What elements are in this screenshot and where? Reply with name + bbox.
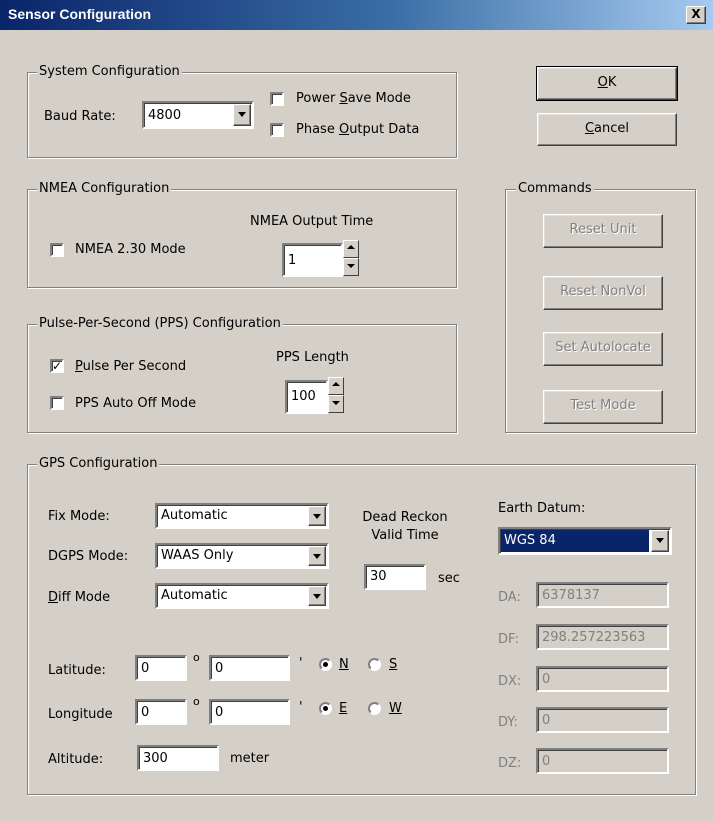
- east-label: E: [339, 701, 348, 716]
- power-save-checkbox[interactable]: [270, 92, 284, 106]
- system-config-legend: System Configuration: [37, 64, 182, 80]
- diff-mode-select[interactable]: Automatic: [155, 583, 329, 609]
- pps-label: Pulse Per Second: [75, 359, 187, 374]
- latitude-degree-symbol: o: [193, 651, 200, 664]
- nmea-config-group: [27, 189, 457, 288]
- dz-field: 0: [536, 748, 669, 774]
- dy-field: 0: [536, 707, 669, 733]
- nmea-spin-up-icon[interactable]: [343, 240, 359, 258]
- close-button[interactable]: X: [686, 6, 706, 24]
- pps-spin-up-icon[interactable]: [328, 377, 344, 395]
- commands-legend: Commands: [516, 181, 594, 197]
- latitude-minute-symbol: ': [299, 656, 303, 671]
- chevron-down-icon[interactable]: [308, 506, 326, 526]
- phase-output-label: Phase Output Data: [296, 122, 420, 137]
- altitude-label: Altitude:: [48, 752, 104, 767]
- cancel-button[interactable]: Cancel: [537, 113, 677, 146]
- dy-label: DY:: [498, 715, 518, 730]
- latitude-degrees-field[interactable]: 0: [135, 655, 187, 681]
- fix-mode-label: Fix Mode:: [48, 509, 110, 524]
- chevron-down-icon[interactable]: [233, 104, 251, 126]
- da-field: 6378137: [536, 582, 669, 608]
- df-label: DF:: [498, 632, 519, 647]
- close-icon: X: [691, 7, 701, 21]
- earth-datum-value: WGS 84: [501, 530, 649, 552]
- pps-spin-down-icon[interactable]: [328, 395, 344, 413]
- nmea-output-time-field[interactable]: 1: [282, 243, 343, 277]
- altitude-unit: meter: [230, 751, 270, 766]
- dead-reckon-field[interactable]: 30: [364, 564, 426, 590]
- nmea-230-checkbox[interactable]: [50, 243, 64, 257]
- latitude-minutes-field[interactable]: 0: [209, 655, 290, 681]
- baud-rate-label: Baud Rate:: [44, 109, 116, 124]
- title-bar: Sensor Configuration: [0, 0, 713, 30]
- latitude-label: Latitude:: [48, 663, 106, 678]
- set-autolocate-button[interactable]: Set Autolocate: [543, 332, 663, 366]
- south-radio[interactable]: [368, 658, 381, 671]
- window-title: Sensor Configuration: [8, 6, 152, 22]
- pps-auto-off-label: PPS Auto Off Mode: [75, 396, 197, 411]
- nmea-230-label: NMEA 2.30 Mode: [75, 242, 186, 257]
- pps-length-field[interactable]: 100: [285, 380, 328, 414]
- test-mode-button[interactable]: Test Mode: [543, 390, 663, 424]
- reset-unit-button[interactable]: Reset Unit: [543, 214, 663, 248]
- pps-auto-off-checkbox[interactable]: [50, 396, 64, 410]
- baud-rate-select[interactable]: 4800: [142, 101, 254, 129]
- dead-reckon-unit: sec: [438, 571, 460, 586]
- longitude-degrees-field[interactable]: 0: [135, 699, 187, 725]
- df-field: 298.257223563: [536, 624, 669, 650]
- reset-nonvol-button[interactable]: Reset NonVol: [543, 276, 663, 310]
- fix-mode-select[interactable]: Automatic: [155, 503, 329, 529]
- earth-datum-label: Earth Datum:: [498, 501, 586, 516]
- ok-button[interactable]: OK: [536, 66, 678, 101]
- longitude-degree-symbol: o: [193, 695, 200, 708]
- nmea-config-legend: NMEA Configuration: [37, 181, 172, 197]
- dz-label: DZ:: [498, 756, 522, 771]
- north-label: N: [339, 657, 349, 672]
- dgps-mode-label: DGPS Mode:: [48, 549, 129, 564]
- pps-config-group: [27, 324, 457, 433]
- diff-mode-label: Diff Mode: [48, 590, 111, 605]
- pps-checkbox[interactable]: ✓: [50, 359, 64, 373]
- pps-config-legend: Pulse-Per-Second (PPS) Configuration: [37, 316, 283, 332]
- earth-datum-select[interactable]: WGS 84: [498, 527, 672, 555]
- baud-rate-value: 4800: [148, 108, 182, 123]
- dead-reckon-label-2: Valid Time: [371, 528, 439, 543]
- altitude-field[interactable]: 300: [137, 745, 219, 771]
- dead-reckon-label-1: Dead Reckon: [362, 510, 448, 525]
- gps-config-legend: GPS Configuration: [37, 456, 160, 472]
- power-save-label: Power Save Mode: [296, 91, 411, 106]
- pps-length-label: PPS Length: [276, 350, 349, 365]
- west-label: W: [389, 701, 402, 716]
- longitude-minute-symbol: ': [299, 700, 303, 715]
- da-label: DA:: [498, 590, 521, 605]
- longitude-minutes-field[interactable]: 0: [209, 699, 290, 725]
- south-label: S: [389, 657, 398, 672]
- dx-field: 0: [536, 666, 669, 692]
- east-radio[interactable]: [319, 702, 332, 715]
- west-radio[interactable]: [368, 702, 381, 715]
- nmea-output-time-label: NMEA Output Time: [250, 214, 374, 229]
- longitude-label: Longitude: [48, 707, 113, 722]
- chevron-down-icon[interactable]: [308, 546, 326, 566]
- nmea-spin-down-icon[interactable]: [343, 258, 359, 276]
- north-radio[interactable]: [319, 658, 332, 671]
- dgps-mode-select[interactable]: WAAS Only: [155, 543, 329, 569]
- chevron-down-icon[interactable]: [651, 530, 669, 552]
- dx-label: DX:: [498, 674, 522, 689]
- phase-output-checkbox[interactable]: [270, 123, 284, 137]
- chevron-down-icon[interactable]: [308, 586, 326, 606]
